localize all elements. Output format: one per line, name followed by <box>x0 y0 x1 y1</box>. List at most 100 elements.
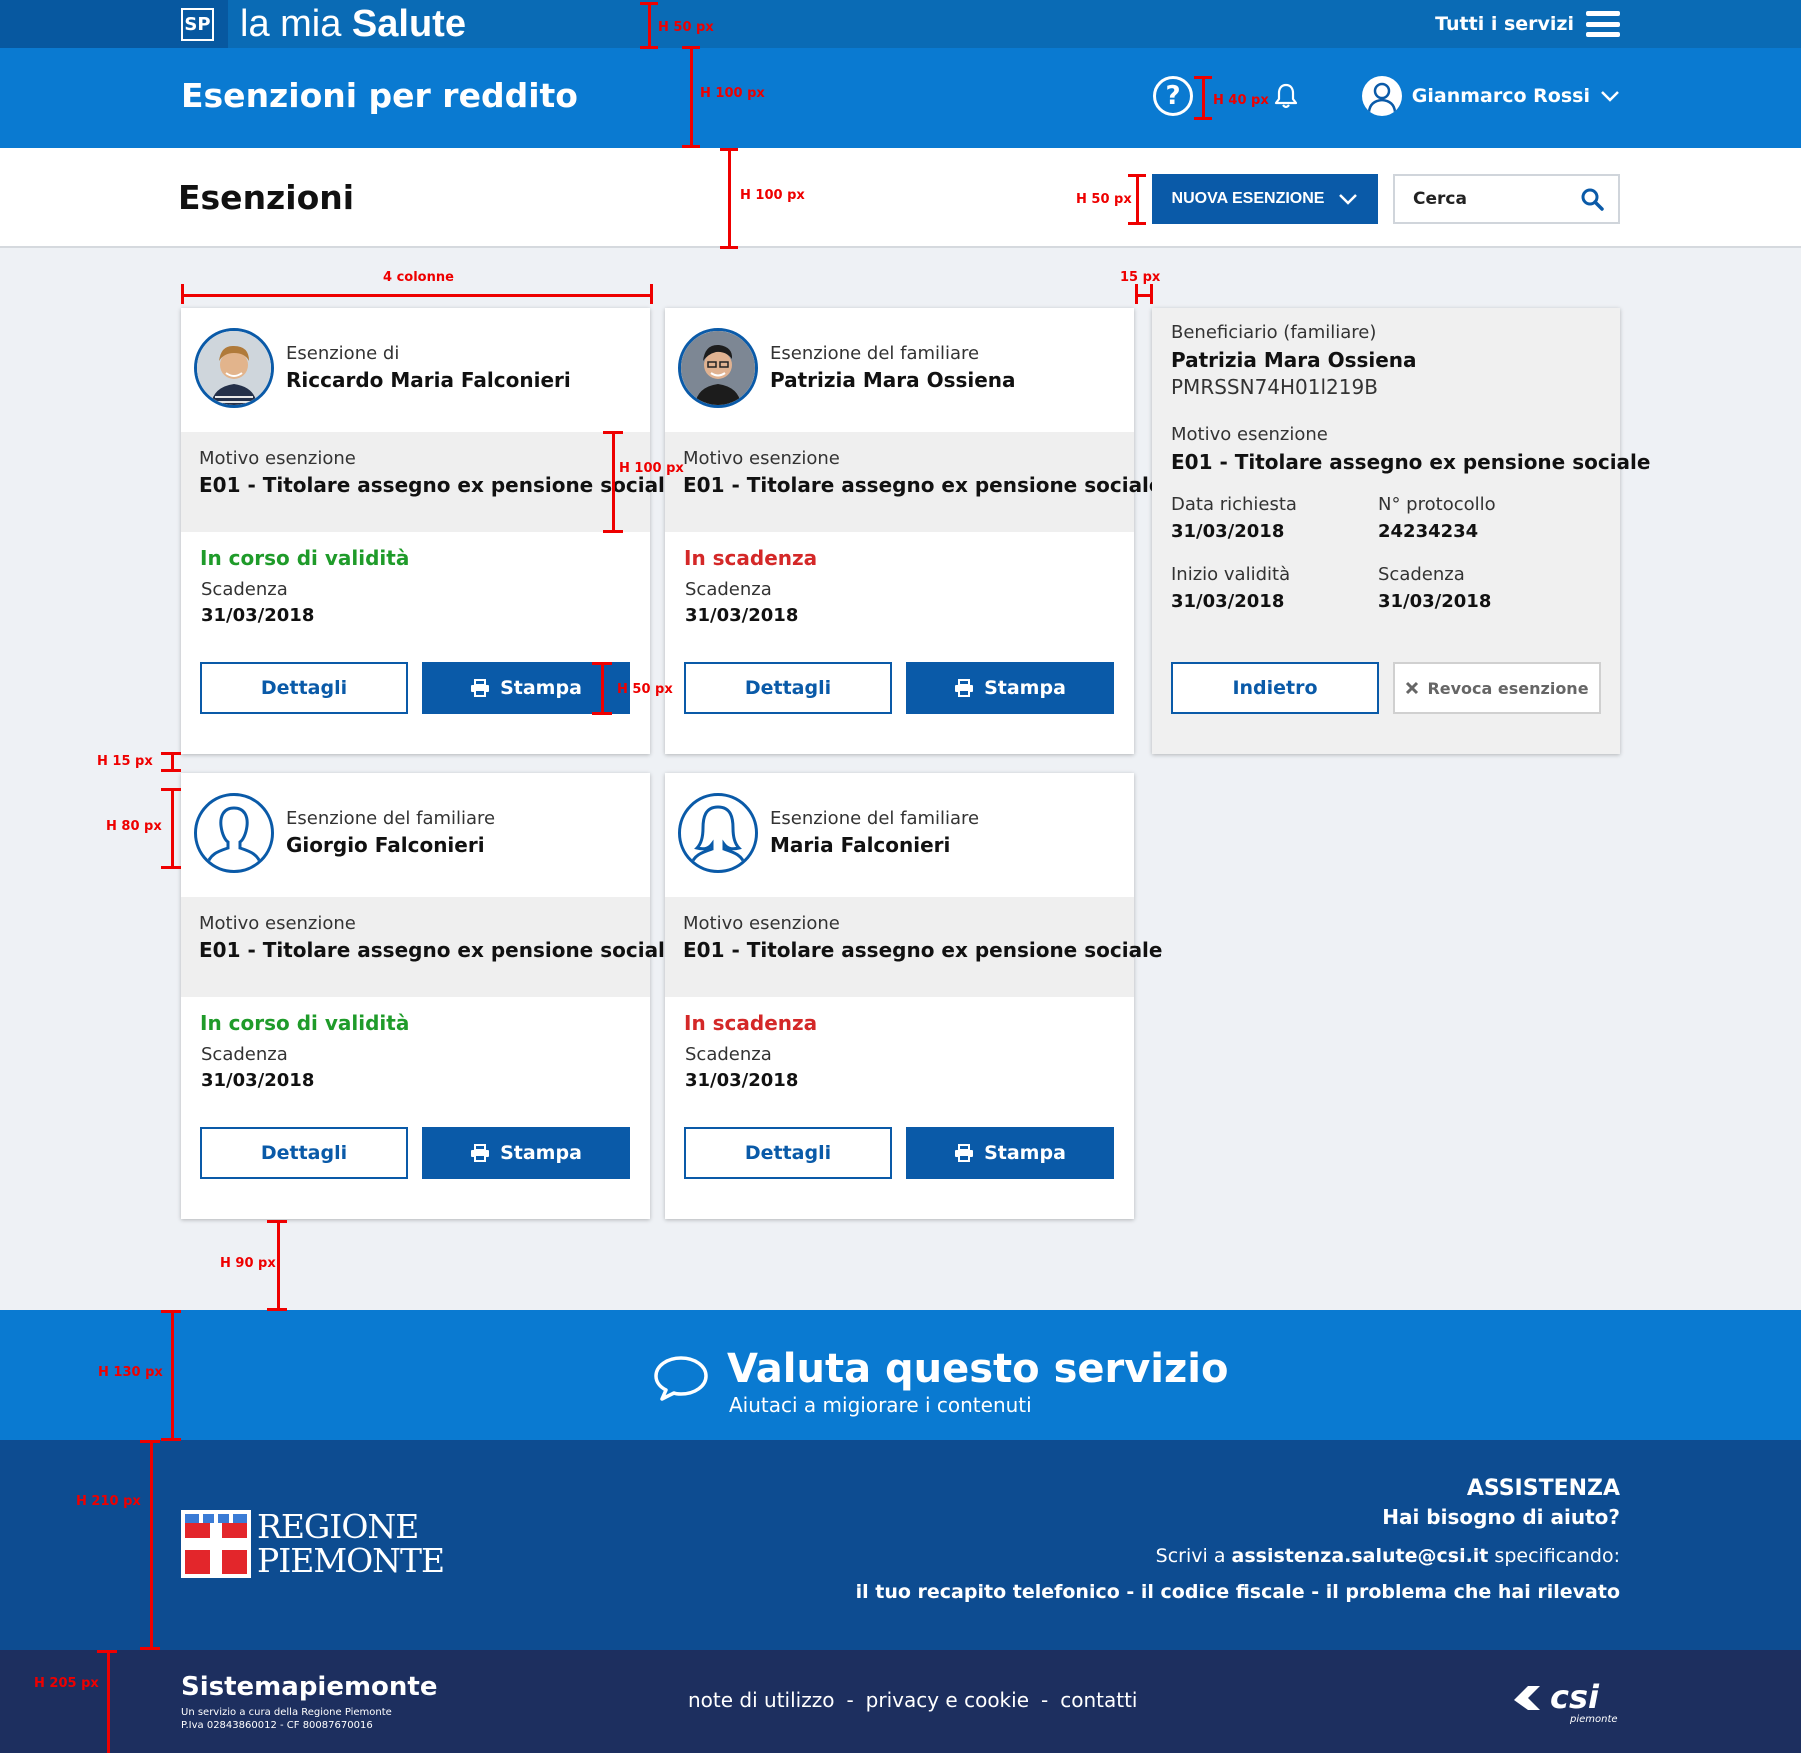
write-prefix: Scrivi a <box>1155 1545 1232 1567</box>
search-input[interactable]: Cerca <box>1393 174 1620 224</box>
measure-line <box>1128 222 1146 225</box>
reason-value: E01 - Titolare assegno ex pensione socia… <box>199 938 678 962</box>
printer-icon <box>471 1144 490 1162</box>
measure-line <box>728 148 731 248</box>
measure-line <box>1128 174 1146 177</box>
company-info-line-1: Un servizio a cura della Regione Piemont… <box>181 1707 392 1718</box>
beneficiary-label: Beneficiario (familiare) <box>1171 322 1377 343</box>
measure-line <box>1194 117 1212 120</box>
measure-label: 15 px <box>1120 270 1161 285</box>
measure-line <box>267 1308 287 1311</box>
regione-line-2: PIEMONTE <box>257 1541 445 1580</box>
terms-link[interactable]: note di utilizzo <box>688 1688 834 1712</box>
details-button[interactable]: Dettagli <box>200 1127 408 1179</box>
measure-label: H 210 px <box>76 1494 141 1509</box>
regione-piemonte-logo[interactable]: REGIONE PIEMONTE <box>181 1507 445 1580</box>
bottom-bar: Sistemapiemonte Un servizio a cura della… <box>0 1650 1801 1753</box>
footer: REGIONE PIEMONTE ASSISTENZA Hai bisogno … <box>0 1440 1801 1650</box>
measure-line <box>267 1220 287 1223</box>
company-info-line-2: P.Iva 02843860012 - CF 80087670016 <box>181 1720 373 1731</box>
support-email-link[interactable]: assistenza.salute@csi.it <box>1232 1545 1489 1567</box>
print-button[interactable]: Stampa <box>422 662 630 714</box>
feedback-title: Valuta questo servizio <box>727 1346 1229 1392</box>
measure-line <box>1135 284 1138 304</box>
measure-label: H 205 px <box>34 1676 99 1691</box>
beneficiary-name: Maria Falconieri <box>770 833 951 857</box>
reason-value: E01 - Titolare assegno ex pensione socia… <box>683 938 1162 962</box>
measure-line <box>150 1440 153 1650</box>
request-date: 31/03/2018 <box>1171 521 1285 542</box>
status-badge: In corso di validità <box>200 546 410 570</box>
expiry-date: 31/03/2018 <box>685 1070 799 1091</box>
top-bar: SP la mia Salute Tutti i servizi <box>0 0 1801 48</box>
measure-line <box>648 2 651 48</box>
brand-bold: Salute <box>351 3 466 45</box>
measure-label: H 100 px <box>700 86 765 101</box>
measure-label: 4 colonne <box>383 270 454 285</box>
user-avatar <box>1361 76 1402 116</box>
reason-label: Motivo esenzione <box>1171 424 1328 445</box>
print-button[interactable]: Stampa <box>422 1127 630 1179</box>
details-button[interactable]: Dettagli <box>684 662 892 714</box>
user-menu[interactable]: Gianmarco Rossi <box>1361 76 1620 116</box>
measure-line <box>601 662 604 714</box>
print-button[interactable]: Stampa <box>906 662 1114 714</box>
protocol-label: N° protocollo <box>1378 494 1496 515</box>
reason-code: E01 <box>683 938 725 962</box>
sp-logo[interactable]: SP <box>181 8 214 41</box>
measure-line <box>277 1220 280 1310</box>
measure-line <box>682 46 700 49</box>
revoke-button[interactable]: Revoca esenzione <box>1393 662 1601 714</box>
brand-logo[interactable]: la mia Salute <box>240 2 466 46</box>
regione-line-1: REGIONE <box>257 1507 419 1546</box>
print-button[interactable]: Stampa <box>906 1127 1114 1179</box>
avatar <box>194 328 274 408</box>
user-name: Gianmarco Rossi <box>1411 85 1590 107</box>
service-title: Esenzioni per reddito <box>181 76 578 115</box>
measure-line <box>640 2 658 5</box>
exemption-card: Esenzione del familiare Maria Falconieri… <box>665 773 1162 1219</box>
measure-line <box>720 148 738 151</box>
measure-line <box>181 294 652 297</box>
search-icon[interactable] <box>1580 187 1604 211</box>
validity-start-date: 31/03/2018 <box>1171 591 1285 612</box>
fiscal-code: PMRSSN74H01l219B <box>1171 375 1378 399</box>
measure-line <box>720 246 738 249</box>
help-icon[interactable]: ? <box>1153 76 1193 116</box>
measure-label: H 80 px <box>106 819 162 834</box>
regione-name: REGIONE PIEMONTE <box>257 1507 445 1580</box>
card-header: Esenzione di Riccardo Maria Falconieri <box>181 308 650 432</box>
beneficiary-name: Giorgio Falconieri <box>286 833 485 857</box>
contacts-link[interactable]: contatti <box>1060 1688 1137 1712</box>
details-button[interactable]: Dettagli <box>200 662 408 714</box>
reason-text: - Titolare assegno ex pensione sociale <box>724 473 1163 497</box>
reason-value: E01 - Titolare assegno ex pensione socia… <box>1171 450 1651 474</box>
measure-line <box>140 1440 160 1443</box>
measure-line <box>161 769 181 772</box>
footer-links: note di utilizzo - privacy e cookie - co… <box>688 1688 1137 1712</box>
card-label: Esenzione del familiare <box>770 808 980 829</box>
hamburger-icon[interactable] <box>1586 11 1620 37</box>
back-button[interactable]: Indietro <box>1171 662 1379 714</box>
csi-piemonte-logo[interactable]: csi piemonte <box>1510 1676 1620 1726</box>
all-services-menu[interactable]: Tutti i servizi <box>1435 0 1620 48</box>
bell-icon[interactable] <box>1273 82 1299 110</box>
card-header: Esenzione del familiare Patrizia Mara Os… <box>665 308 1134 432</box>
privacy-link[interactable]: privacy e cookie <box>866 1688 1029 1712</box>
exemption-card: Esenzione del familiare Patrizia Mara Os… <box>665 308 1162 754</box>
reason-section: Motivo esenzione E01 - Titolare assegno … <box>665 897 1162 997</box>
printer-icon <box>955 679 974 697</box>
sistemapiemonte-logo[interactable]: Sistemapiemonte <box>181 1672 438 1702</box>
feedback-banner[interactable]: Valuta questo servizio Aiutaci a migiora… <box>0 1310 1801 1440</box>
reason-section: Motivo esenzione E01 - Titolare assegno … <box>665 432 1162 532</box>
measure-line <box>161 1438 181 1441</box>
measure-line <box>603 431 623 434</box>
print-label: Stampa <box>984 1142 1066 1164</box>
measure-line <box>603 530 623 533</box>
assistance-title: ASSISTENZA <box>1466 1476 1620 1501</box>
details-button[interactable]: Dettagli <box>684 1127 892 1179</box>
reason-label: Motivo esenzione <box>683 913 840 934</box>
reason-section: Motivo esenzione E01 - Titolare assegno … <box>181 897 678 997</box>
measure-line <box>161 866 181 869</box>
new-exemption-button[interactable]: NUOVA ESENZIONE <box>1152 174 1378 224</box>
